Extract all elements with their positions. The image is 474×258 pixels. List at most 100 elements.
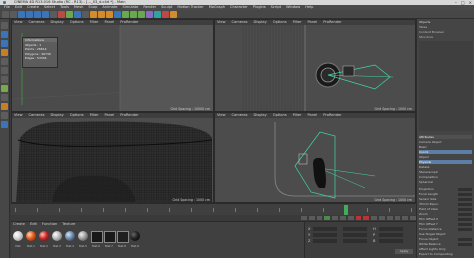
material-swatch[interactable] (13, 231, 23, 241)
position-key-icon[interactable] (378, 216, 385, 220)
material-swatch[interactable] (78, 231, 88, 241)
go-to-start-icon[interactable] (301, 216, 307, 220)
redo-icon[interactable] (10, 10, 17, 18)
render-view-icon[interactable] (90, 10, 97, 18)
spline-pen-icon[interactable] (122, 10, 129, 18)
point-level-key-icon[interactable] (410, 216, 416, 220)
material-menu-edit[interactable]: Edit (30, 222, 37, 227)
viewport-top[interactable]: View Cameras Display Options Filter Pane… (214, 19, 416, 112)
film-offset-y-field[interactable] (458, 223, 472, 226)
viewport-right[interactable]: View Cameras Display Options Filter Pane… (11, 112, 214, 203)
material-swatch[interactable] (104, 231, 116, 243)
attr-tab-object[interactable]: Object (419, 155, 472, 159)
35mm-equiv-field[interactable] (458, 203, 472, 206)
timeline-playhead[interactable] (344, 205, 348, 215)
sensor-size-field[interactable] (458, 198, 472, 201)
points-mode-icon[interactable] (1, 58, 8, 65)
go-to-end-icon[interactable] (347, 216, 354, 220)
material-menu-create[interactable]: Create (13, 222, 25, 227)
material-swatch[interactable] (91, 231, 103, 243)
y-axis-icon[interactable] (66, 10, 73, 18)
scale-key-icon[interactable] (386, 216, 393, 220)
light-icon[interactable] (170, 10, 177, 18)
zoom-field[interactable] (458, 213, 472, 216)
x-axis-icon[interactable] (58, 10, 65, 18)
texture-mode-icon[interactable] (1, 40, 8, 47)
rotate-icon[interactable] (42, 10, 49, 18)
focus-object-field[interactable] (458, 238, 472, 241)
rotation-key-icon[interactable] (394, 216, 401, 220)
tweak-mode-icon[interactable] (1, 94, 8, 101)
material-swatch[interactable] (65, 231, 75, 241)
rotation-p-field[interactable] (379, 233, 403, 237)
locked-workplane-icon[interactable] (1, 112, 8, 119)
focal-length-field[interactable] (458, 193, 472, 196)
apply-button[interactable]: Apply (395, 249, 413, 254)
attr-tab-coord[interactable]: Coord. (419, 150, 472, 154)
material-swatch[interactable] (52, 231, 62, 241)
attr-tab-details[interactable]: Details (419, 165, 472, 169)
film-offset-x-field[interactable] (458, 218, 472, 221)
projection-field[interactable] (458, 188, 472, 191)
size-y-field[interactable] (343, 233, 367, 237)
coordinate-system-icon[interactable] (82, 10, 89, 18)
edges-mode-icon[interactable] (1, 67, 8, 74)
coord-x-field[interactable] (313, 227, 337, 231)
next-frame-icon[interactable] (332, 216, 338, 220)
play-icon[interactable] (324, 216, 331, 220)
deformer-icon[interactable] (146, 10, 153, 18)
scale-icon[interactable] (34, 10, 41, 18)
viewport-front[interactable]: View Cameras Display Options Filter Pane… (214, 112, 416, 203)
rotation-h-field[interactable] (379, 227, 403, 231)
tab-objects[interactable]: Objects (419, 20, 472, 24)
rotation-b-field[interactable] (379, 239, 403, 243)
render-settings-icon[interactable] (106, 10, 113, 18)
next-key-icon[interactable] (339, 216, 346, 220)
cube-icon[interactable] (114, 10, 121, 18)
z-axis-icon[interactable] (74, 10, 81, 18)
coord-z-field[interactable] (313, 239, 337, 243)
enable-axis-icon[interactable] (1, 85, 8, 92)
keyframe-selection-icon[interactable] (371, 216, 377, 220)
material-swatch[interactable] (117, 231, 129, 243)
material-swatch[interactable] (26, 231, 36, 241)
workplane-icon[interactable] (1, 49, 8, 56)
object-manager-list[interactable] (419, 41, 473, 131)
tab-content-browser[interactable]: Content Browser (419, 30, 472, 34)
timeline[interactable] (11, 203, 416, 215)
live-selection-icon[interactable] (18, 10, 25, 18)
attr-tab-composition[interactable]: Composition (419, 175, 472, 179)
subdivision-surface-icon[interactable] (130, 10, 137, 18)
snapping-icon[interactable] (1, 103, 8, 110)
array-icon[interactable] (138, 10, 145, 18)
tab-takes[interactable]: Takes (419, 25, 472, 29)
attr-tab-stereoscopic[interactable]: Stereoscopic (419, 170, 472, 174)
model-mode-icon[interactable] (1, 31, 8, 38)
move-icon[interactable] (26, 10, 33, 18)
white-balance-field[interactable] (458, 243, 472, 246)
material-swatch[interactable] (39, 231, 49, 241)
focus-distance-field[interactable] (458, 228, 472, 231)
undo-icon[interactable] (2, 10, 9, 18)
attr-tab-spherical[interactable]: Spherical (419, 180, 472, 184)
recent-tool-icon[interactable] (50, 10, 57, 18)
floor-icon[interactable] (154, 10, 161, 18)
material-menu-function[interactable]: Function (42, 222, 57, 227)
attr-tab-basic[interactable]: Basic (419, 145, 472, 149)
camera-icon[interactable] (162, 10, 169, 18)
parameter-key-icon[interactable] (402, 216, 409, 220)
material-menu-texture[interactable]: Texture (62, 222, 75, 227)
autokey-icon[interactable] (363, 216, 370, 220)
tab-structure[interactable]: Structure (419, 35, 472, 39)
render-picture-viewer-icon[interactable] (98, 10, 105, 18)
size-x-field[interactable] (343, 227, 367, 231)
attr-tab-physical[interactable]: Physical (419, 160, 472, 164)
material-swatch[interactable] (130, 231, 140, 241)
polygons-mode-icon[interactable] (1, 76, 8, 83)
coord-y-field[interactable] (313, 233, 337, 237)
size-z-field[interactable] (343, 239, 367, 243)
make-editable-icon[interactable] (1, 22, 8, 29)
planar-workplane-icon[interactable] (1, 121, 8, 128)
previous-key-icon[interactable] (308, 216, 315, 220)
record-icon[interactable] (355, 216, 362, 220)
